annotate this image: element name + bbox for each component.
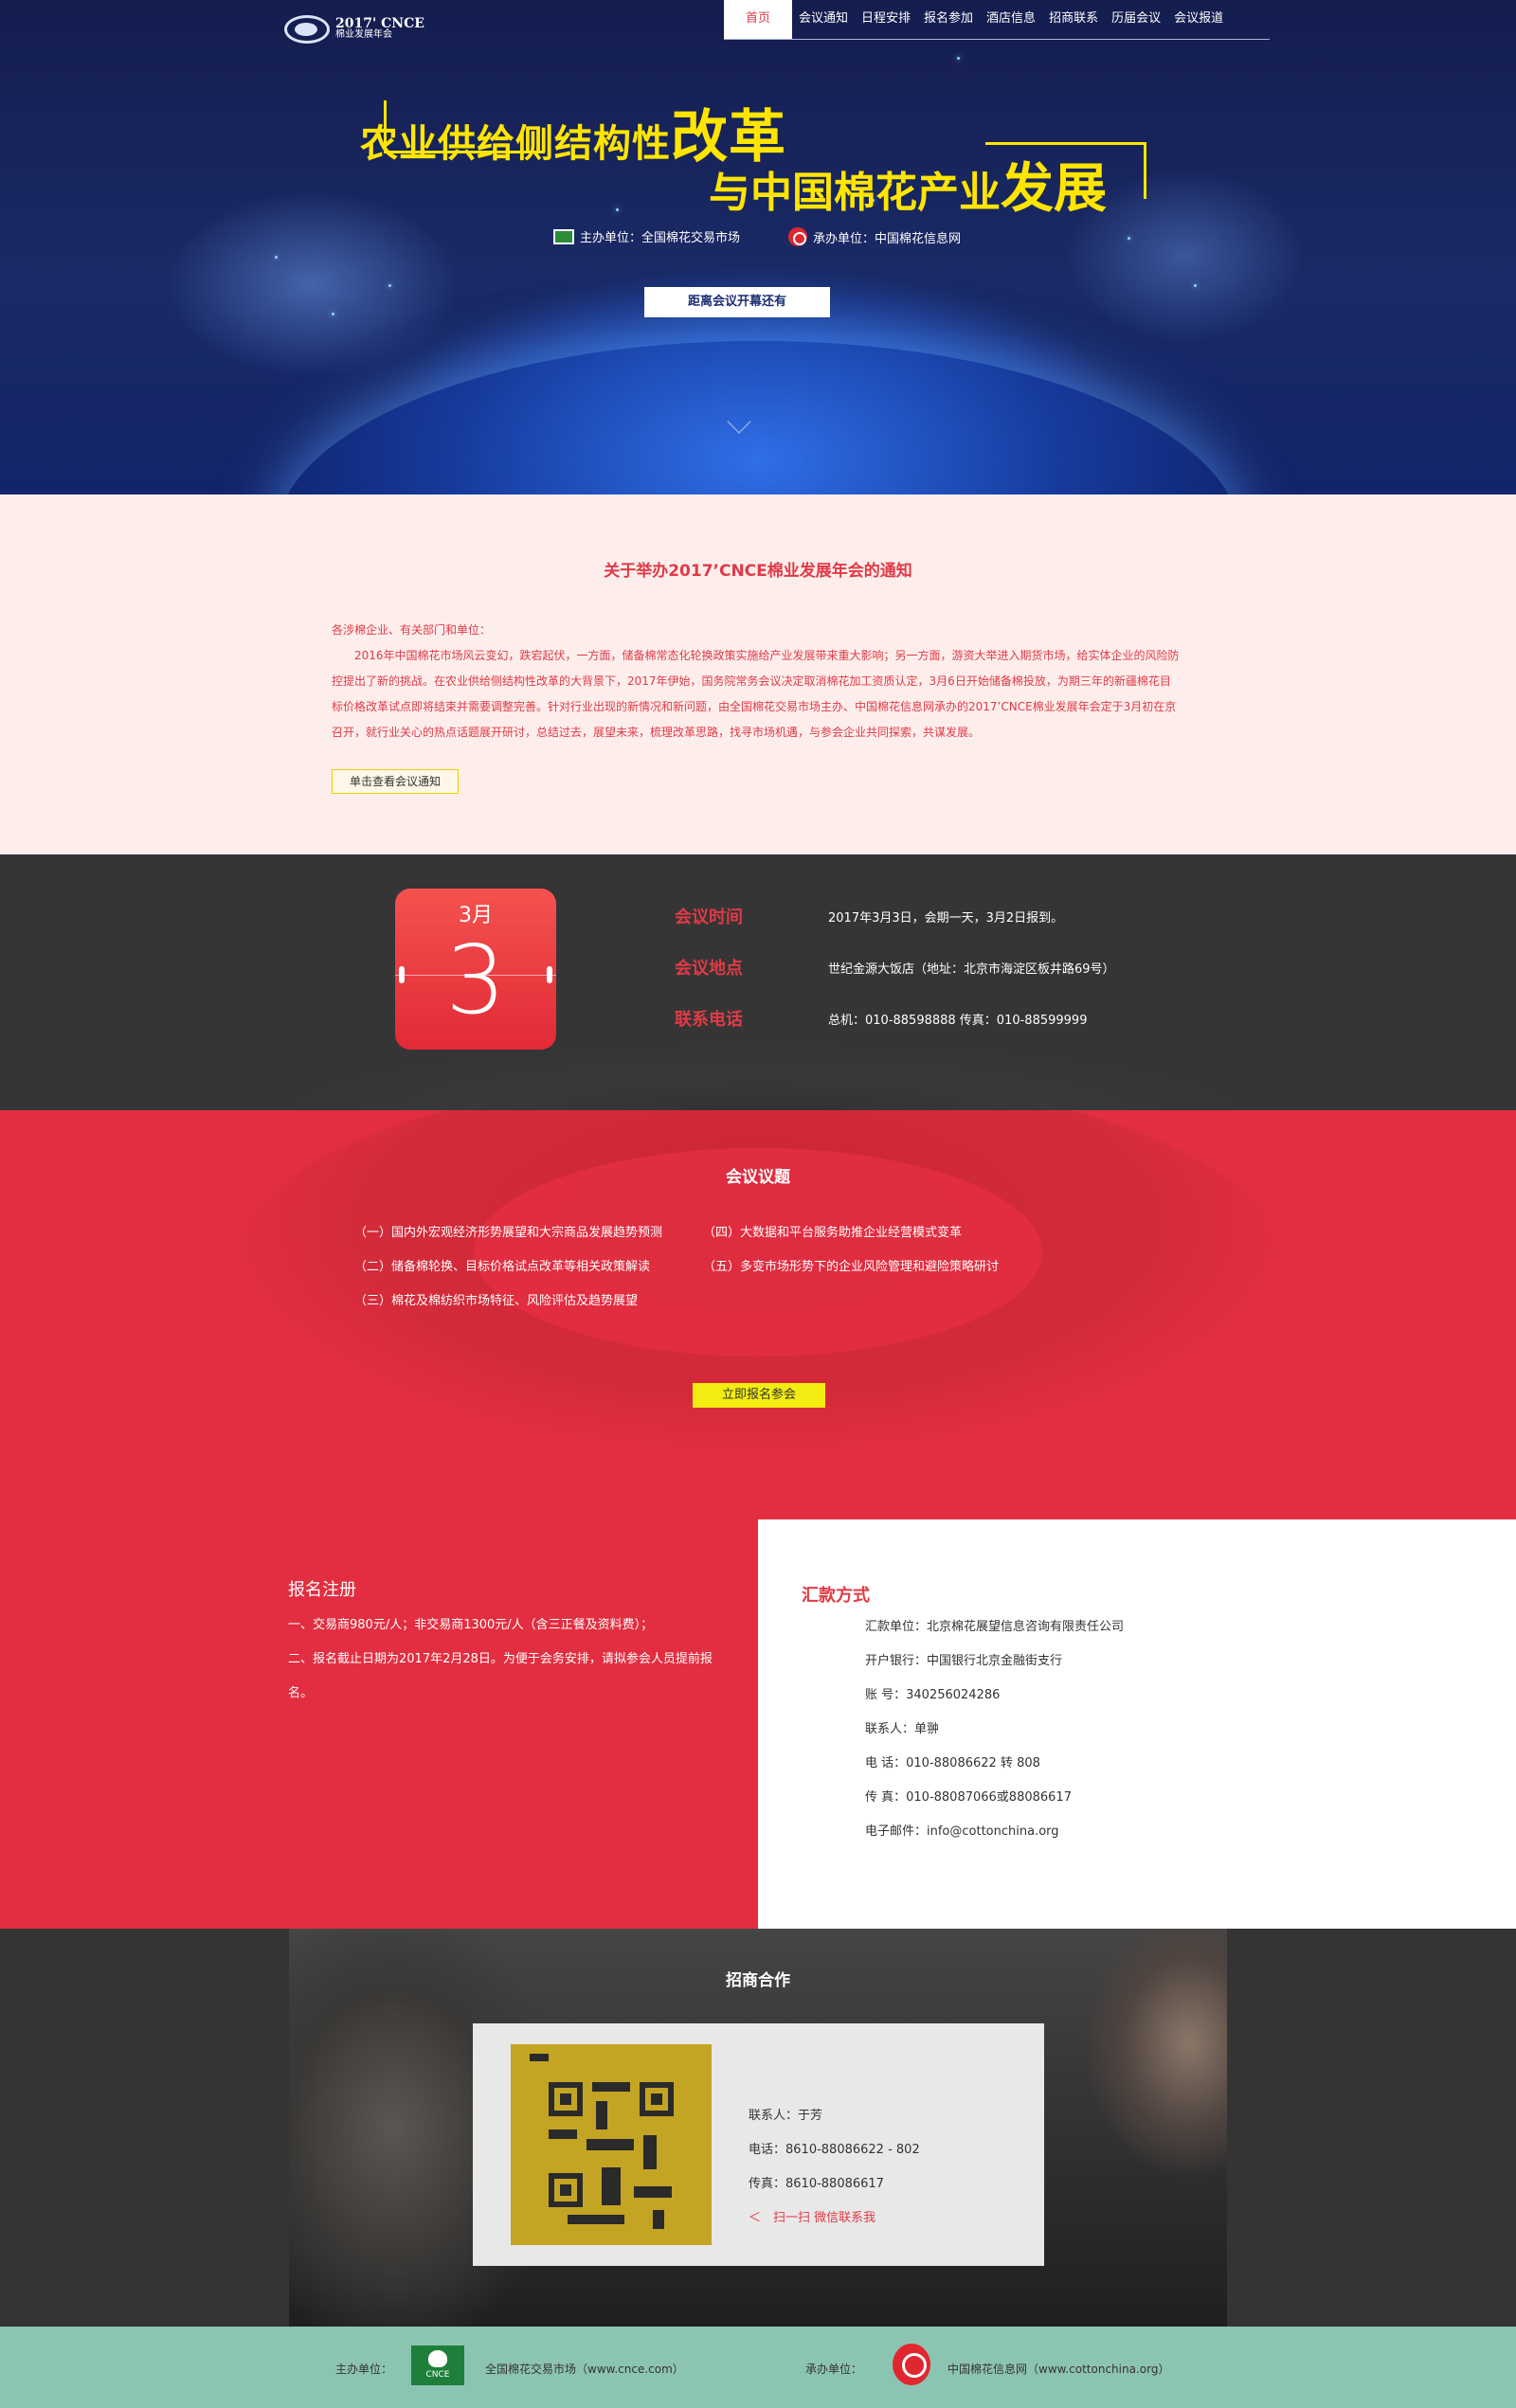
footer-organizer-label: 承办单位： (805, 2363, 863, 2376)
registration-section: 报名注册 一、交易商980元/人；非交易商1300元/人（含三正餐及资料费）； … (0, 1519, 758, 1929)
nav-sponsor[interactable]: 招商联系 (1042, 0, 1105, 39)
payment-line: 传 真：010-88087066或88086617 (865, 1790, 1072, 1805)
star (616, 208, 619, 211)
calendar-month: 3月 (459, 904, 493, 927)
notice-greeting: 各涉棉企业、有关部门和单位： (332, 623, 492, 637)
info-row-venue: 会议地点 世纪金源大饭店（地址：北京市海淀区板井路69号） (675, 959, 1115, 979)
nav-schedule[interactable]: 日程安排 (855, 0, 917, 39)
planet-graphic (275, 341, 1241, 494)
footer: 主办单位： CNCE 全国棉花交易市场（www.cnce.com） 承办单位： … (0, 2327, 1516, 2408)
payment-line: 联系人：单翀 (865, 1722, 940, 1736)
notice-paragraph: 2016年中国棉花市场风云变幻，跌宕起伏，一方面，储备棉常态化轮换政策实施给产业… (332, 649, 1180, 739)
agenda-item: （四）大数据和平台服务助推企业经营模式变革 (703, 1226, 963, 1240)
notice-title: 关于举办2017’CNCE棉业发展年会的通知 (604, 562, 912, 581)
footer-host-link[interactable]: 全国棉花交易市场（www.cnce.com） (485, 2361, 684, 2377)
star (388, 284, 391, 287)
hero-title-line2: 与中国棉花产业发展 (709, 157, 1107, 220)
view-notice-button[interactable]: 单击查看会议通知 (332, 769, 459, 794)
nav-history[interactable]: 历届会议 (1105, 0, 1167, 39)
payment-email: 电子邮件：info@cottonchina.org (865, 1824, 1059, 1839)
footer-host-label: 主办单位： (335, 2363, 393, 2376)
footer-organizer-link[interactable]: 中国棉花信息网（www.cottonchina.org） (948, 2361, 1169, 2377)
site-logo[interactable]: 2017' CNCE 棉业发展年会 (284, 15, 424, 44)
sponsorship-title: 招商合作 (726, 1971, 790, 1990)
cottonchina-logo-icon (788, 227, 807, 246)
meeting-info-section: 3月 3 会议时间 2017年3月3日，会期一天，3月2日报到。 会议地点 世纪… (0, 854, 1516, 1120)
wechat-qr-code[interactable] (511, 2044, 712, 2245)
agenda-item: （三）棉花及棉纺织市场特征、风险评估及趋势展望 (354, 1294, 639, 1308)
star (1128, 237, 1130, 240)
countdown-box: 距离会议开幕还有 (644, 287, 830, 317)
star (275, 256, 278, 259)
cotton-logo-icon (284, 15, 330, 44)
calendar-day: 3 (445, 925, 506, 1035)
payment-title: 汇款方式 (802, 1586, 870, 1606)
registration-title: 报名注册 (288, 1580, 356, 1600)
payment-line: 汇款单位：北京棉花展望信息咨询有限责任公司 (865, 1620, 1125, 1634)
star (332, 313, 334, 315)
nav-notice[interactable]: 会议通知 (792, 0, 855, 39)
agenda-item: （一）国内外宏观经济形势展望和大宗商品发展趋势预测 (354, 1226, 663, 1240)
cnce-logo-icon (553, 228, 574, 244)
sponsor-phone: 电话：8610-88086622 - 802 (749, 2143, 920, 2157)
agenda-item: （二）储备棉轮换、目标价格试点改革等相关政策解读 (354, 1260, 651, 1274)
info-row-time: 会议时间 2017年3月3日，会期一天，3月2日报到。 (675, 907, 1064, 927)
sponsor-contact: 联系人：于芳 (749, 2109, 823, 2123)
registration-fee: 一、交易商980元/人；非交易商1300元/人（含三正餐及资料费）； (288, 1618, 654, 1632)
logo-year: 2017' CNCE (335, 16, 424, 31)
notice-body: 各涉棉企业、有关部门和单位： 2016年中国棉花市场风云变幻，跌宕起伏，一方面，… (332, 618, 1181, 746)
nav-register[interactable]: 报名参加 (917, 0, 980, 39)
sponsor-fax: 传真：8610-88086617 (749, 2177, 884, 2191)
sponsorship-section: 招商合作 联系人：于芳 电话：8610-88086622 - 802 传真：86… (0, 1929, 1516, 2327)
payment-line: 开户银行：中国银行北京金融街支行 (865, 1654, 1063, 1668)
wechat-scan-link[interactable]: ＜ 扫一扫 微信联系我 (749, 2207, 875, 2225)
agenda-title: 会议议题 (726, 1168, 790, 1187)
calendar-widget: 3月 3 (395, 889, 556, 1050)
main-nav: 首页 会议通知 日程安排 报名参加 酒店信息 招商联系 历届会议 会议报道 (724, 0, 1270, 40)
nav-home[interactable]: 首页 (724, 0, 792, 39)
payment-line: 电 话：010-88086622 转 808 (865, 1756, 1040, 1770)
info-row-phone: 联系电话 总机：010-88598888 传真：010-88599999 (675, 1010, 1088, 1030)
cnce-logo-icon[interactable]: CNCE (411, 2345, 464, 2385)
hero-organizer: 承办单位：中国棉花信息网 (788, 227, 961, 246)
sponsorship-card: 联系人：于芳 电话：8610-88086622 - 802 传真：8610-88… (473, 2023, 1044, 2266)
star (1194, 284, 1197, 287)
agenda-section: 会议议题 （一）国内外宏观经济形势展望和大宗商品发展趋势预测 （二）储备棉轮换、… (0, 1110, 1516, 1519)
registration-deadline: 二、报名截止日期为2017年2月28日。为便于会务安排，请拟参会人员提前报名。 (288, 1652, 713, 1700)
nav-reports[interactable]: 会议报道 (1167, 0, 1230, 39)
agenda-item: （五）多变市场形势下的企业风险管理和避险策略研讨 (703, 1260, 1000, 1274)
payment-section: 汇款方式 汇款单位：北京棉花展望信息咨询有限责任公司 开户银行：中国银行北京金融… (758, 1519, 1516, 1929)
join-meeting-button[interactable]: 立即报名参会 (693, 1383, 825, 1408)
notice-section: 关于举办2017’CNCE棉业发展年会的通知 各涉棉企业、有关部门和单位： 20… (0, 494, 1516, 854)
hero-banner: 2017' CNCE 棉业发展年会 首页 会议通知 日程安排 报名参加 酒店信息… (0, 0, 1516, 494)
nav-hotel[interactable]: 酒店信息 (980, 0, 1042, 39)
hero-host: 主办单位：全国棉花交易市场 (553, 227, 740, 245)
cottonchina-logo-icon[interactable] (893, 2344, 930, 2385)
payment-line: 账 号：340256024286 (865, 1688, 1001, 1702)
star (957, 57, 960, 60)
